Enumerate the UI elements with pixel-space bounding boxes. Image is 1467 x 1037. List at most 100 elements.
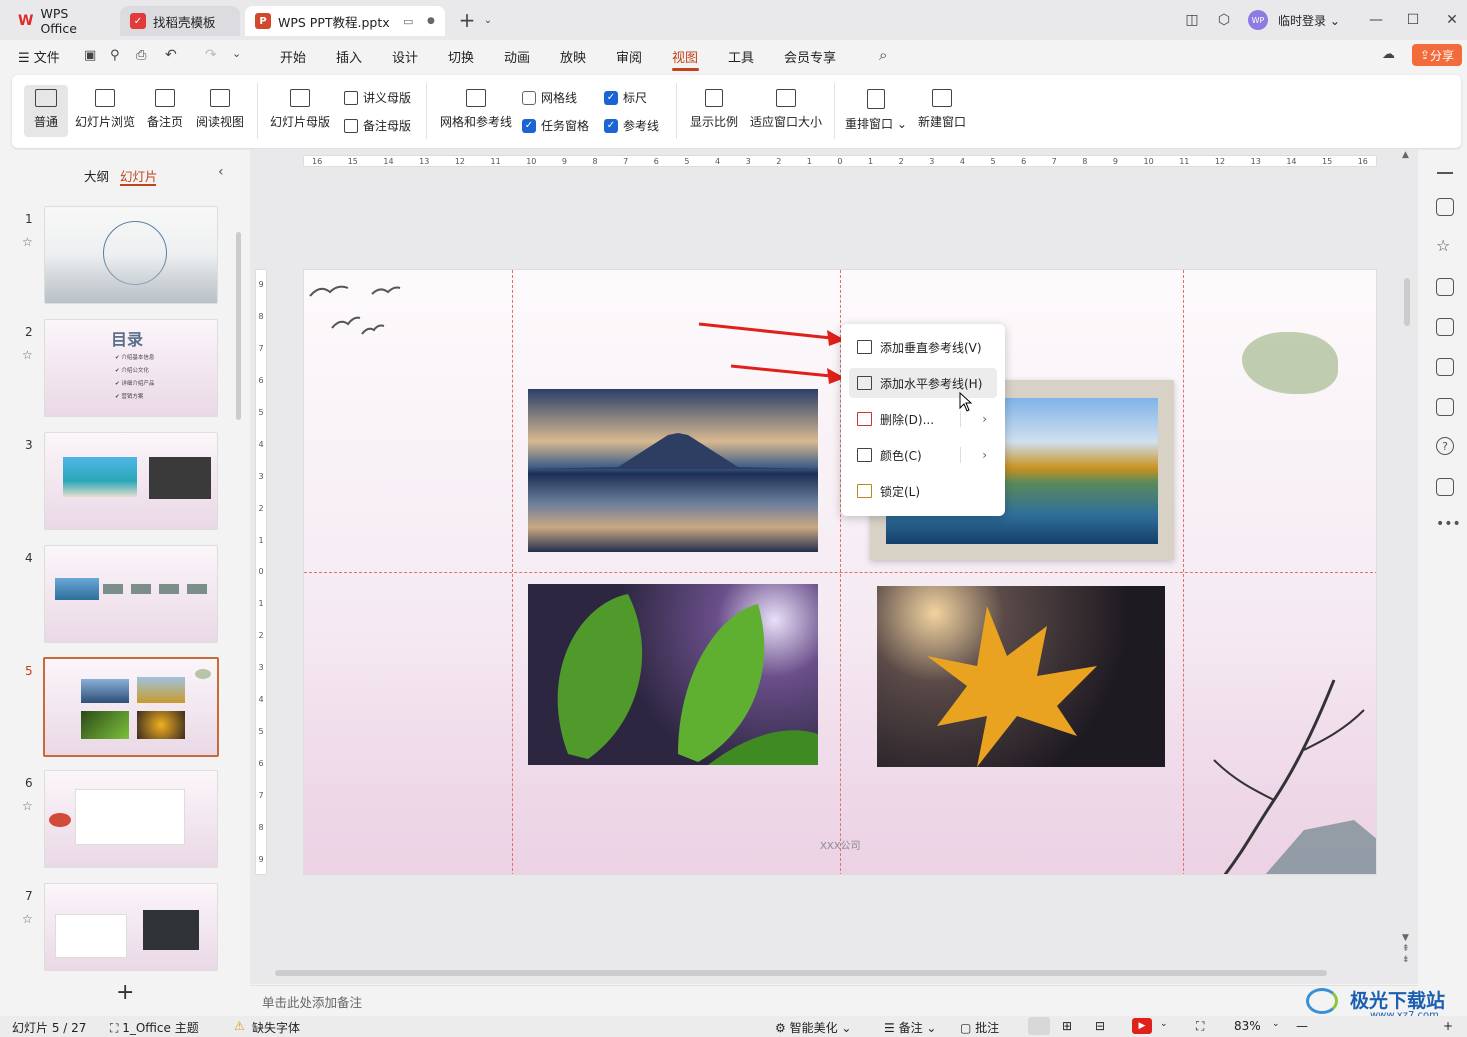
zoom-in-icon[interactable]: + — [1443, 1019, 1453, 1033]
reading-view-button[interactable]: 阅读视图 — [194, 89, 246, 130]
menu-review[interactable]: 审阅 — [616, 47, 642, 66]
help-icon[interactable]: ? — [1436, 437, 1454, 455]
notes-master-button[interactable]: 备注母版 — [344, 117, 411, 134]
menu-view[interactable]: 视图 — [672, 47, 698, 66]
theme-indicator[interactable]: ⛶ 1_Office 主题 — [110, 1019, 199, 1036]
maximize-icon[interactable]: ☐ — [1403, 10, 1423, 30]
zoom-out-icon[interactable]: — — [1296, 1019, 1308, 1033]
scroll-up-icon[interactable]: ▲ — [1402, 150, 1409, 160]
menu-animation[interactable]: 动画 — [504, 47, 530, 66]
review-icon[interactable] — [1436, 398, 1454, 416]
slide-sorter-button[interactable]: 幻灯片浏览 — [74, 89, 136, 130]
vertical-ruler[interactable]: 9 8 7 6 5 4 3 2 1 0 1 2 3 4 5 6 7 8 9 — [255, 269, 267, 875]
horizontal-guide-line[interactable] — [304, 572, 1376, 573]
share-link-icon[interactable]: ⚲ — [110, 48, 120, 63]
tab-slides[interactable]: 幻灯片 — [120, 166, 158, 185]
zoom-options-icon[interactable]: ⌄ — [1272, 1019, 1280, 1029]
star-icon[interactable]: ☆ — [22, 912, 33, 926]
sorter-view-status-icon[interactable]: ⊞ — [1062, 1019, 1072, 1033]
slide-thumbnail-3[interactable] — [44, 432, 218, 530]
collapse-panel-icon[interactable]: ‹ — [218, 164, 224, 180]
tab-docer[interactable]: ✓ 找稻壳模板 — [120, 6, 240, 36]
new-tab-icon[interactable]: + — [457, 8, 477, 32]
normal-view-button[interactable]: 普通 — [24, 85, 68, 137]
slide-thumbnail-5[interactable] — [43, 657, 219, 757]
guides-checkbox[interactable]: ✓ 参考线 — [604, 117, 659, 134]
close-icon[interactable]: ✕ — [1442, 10, 1462, 30]
chevron-down-icon[interactable]: ⌄ — [478, 10, 498, 30]
print-preview-icon[interactable]: ⎙ — [136, 48, 146, 63]
menu-slideshow[interactable]: 放映 — [560, 47, 586, 66]
layout-icon[interactable]: ◫ — [1182, 10, 1202, 30]
login-button[interactable]: 临时登录 ⌄ — [1278, 12, 1340, 29]
avatar[interactable]: WP — [1248, 10, 1268, 30]
horizontal-ruler[interactable]: 16 15 14 13 12 11 10 9 8 7 6 5 4 3 2 1 0 1 2 3 4 5 6 7 8 9 10 11 12 1… — [303, 155, 1377, 167]
handout-master-button[interactable]: 讲义母版 — [344, 89, 411, 106]
tab-document[interactable]: P WPS PPT教程.pptx ▭ ● — [245, 6, 445, 36]
guide-color-item[interactable]: 颜色(C) › — [849, 440, 997, 470]
animation-icon[interactable] — [1436, 318, 1454, 336]
tab-wps-office[interactable]: W WPS Office — [8, 6, 114, 36]
panel-scrollbar[interactable] — [236, 232, 241, 420]
menu-insert[interactable]: 插入 — [336, 47, 362, 66]
monitor-icon[interactable]: ▭ — [403, 15, 413, 28]
slide-thumbnail-6[interactable] — [44, 770, 218, 868]
add-vertical-guide-item[interactable]: 添加垂直参考线(V) — [849, 332, 997, 362]
zoom-button[interactable]: 显示比例 — [686, 89, 742, 130]
slide-thumbnail-7[interactable] — [44, 883, 218, 971]
search-icon[interactable]: ⌕ — [879, 46, 887, 64]
photo-maple-leaf[interactable] — [877, 586, 1165, 767]
chevron-right-icon[interactable]: › — [982, 412, 987, 426]
green-ink-shape[interactable] — [1242, 332, 1338, 394]
notes-toggle[interactable]: ☰ 备注 ⌄ — [884, 1019, 936, 1036]
slide-thumbnail-4[interactable] — [44, 545, 218, 643]
menu-tools[interactable]: 工具 — [728, 47, 754, 66]
arrange-windows-button[interactable]: 重排窗口 ⌄ — [844, 89, 908, 132]
undo-icon[interactable]: ↶ — [165, 47, 177, 63]
add-slide-button[interactable]: + — [116, 980, 134, 1005]
star-icon[interactable]: ☆ — [1436, 236, 1450, 255]
notes-page-button[interactable]: 备注页 — [142, 89, 188, 130]
file-menu[interactable]: ☰ 文件 — [18, 47, 60, 66]
cloud-icon[interactable]: ☁ — [1382, 47, 1395, 62]
reading-view-status-icon[interactable]: ⊟ — [1095, 1019, 1105, 1033]
slide-master-button[interactable]: 幻灯片母版 — [268, 89, 332, 130]
slide-thumbnail-1[interactable] — [44, 206, 218, 304]
minimize-icon[interactable]: — — [1366, 10, 1386, 30]
photo-green-leaves[interactable] — [528, 584, 818, 765]
menu-member[interactable]: 会员专享 — [784, 47, 836, 66]
grid-guides-button[interactable]: 网格和参考线 — [436, 89, 516, 130]
comments-toggle[interactable]: ▢ 批注 — [960, 1019, 999, 1036]
slide-thumbnail-2[interactable]: 目录 ✔ 介绍基本信息 ✔ 介绍公文化 ✔ 详细介绍产品 ✔ 营销方案 — [44, 319, 218, 417]
notes-pane[interactable]: 单击此处添加备注 — [250, 985, 1418, 1015]
lock-guide-item[interactable]: 锁定(L) — [849, 476, 997, 506]
fit-window-button[interactable]: 适应窗口大小 — [748, 89, 824, 130]
menu-transition[interactable]: 切换 — [448, 47, 474, 66]
missing-font-button[interactable]: 缺失字体 — [252, 1019, 300, 1036]
notes-placeholder[interactable]: 单击此处添加备注 — [262, 992, 362, 1011]
task-pane-checkbox[interactable]: ✓ 任务窗格 — [522, 117, 589, 134]
play-icon[interactable]: ▶ — [1132, 1018, 1152, 1034]
menu-design[interactable]: 设计 — [392, 47, 418, 66]
redo-icon[interactable]: ↷ — [205, 47, 217, 63]
new-window-button[interactable]: 新建窗口 — [914, 89, 970, 130]
collapse-sidebar-icon[interactable] — [1437, 172, 1453, 174]
horizontal-scrollbar[interactable] — [275, 970, 1327, 976]
ruler-checkbox[interactable]: ✓ 标尺 — [604, 89, 647, 106]
cube-icon[interactable]: ⬡ — [1214, 10, 1234, 30]
chevron-right-icon[interactable]: › — [982, 448, 987, 462]
delete-guide-item[interactable]: 删除(D)... › — [849, 404, 997, 434]
star-icon[interactable]: ☆ — [22, 235, 33, 249]
gridlines-checkbox[interactable]: 网格线 — [522, 89, 577, 106]
more-chevron-icon[interactable]: ⌄ — [232, 47, 241, 60]
play-options-icon[interactable]: ⌄ — [1160, 1019, 1168, 1029]
star-icon[interactable]: ☆ — [22, 348, 33, 362]
share-button[interactable]: ⇪ 分享 — [1412, 44, 1462, 66]
zoom-level[interactable]: 83% — [1234, 1019, 1261, 1033]
normal-view-status-icon[interactable] — [1028, 1017, 1050, 1035]
beautify-button[interactable]: ⚙ 智能美化 ⌄ — [775, 1019, 851, 1036]
vertical-scrollbar[interactable] — [1404, 278, 1410, 326]
save-icon[interactable]: ▣ — [84, 48, 96, 63]
slide-footer[interactable]: XXX公司 — [820, 837, 861, 852]
menu-home[interactable]: 开始 — [280, 47, 306, 66]
